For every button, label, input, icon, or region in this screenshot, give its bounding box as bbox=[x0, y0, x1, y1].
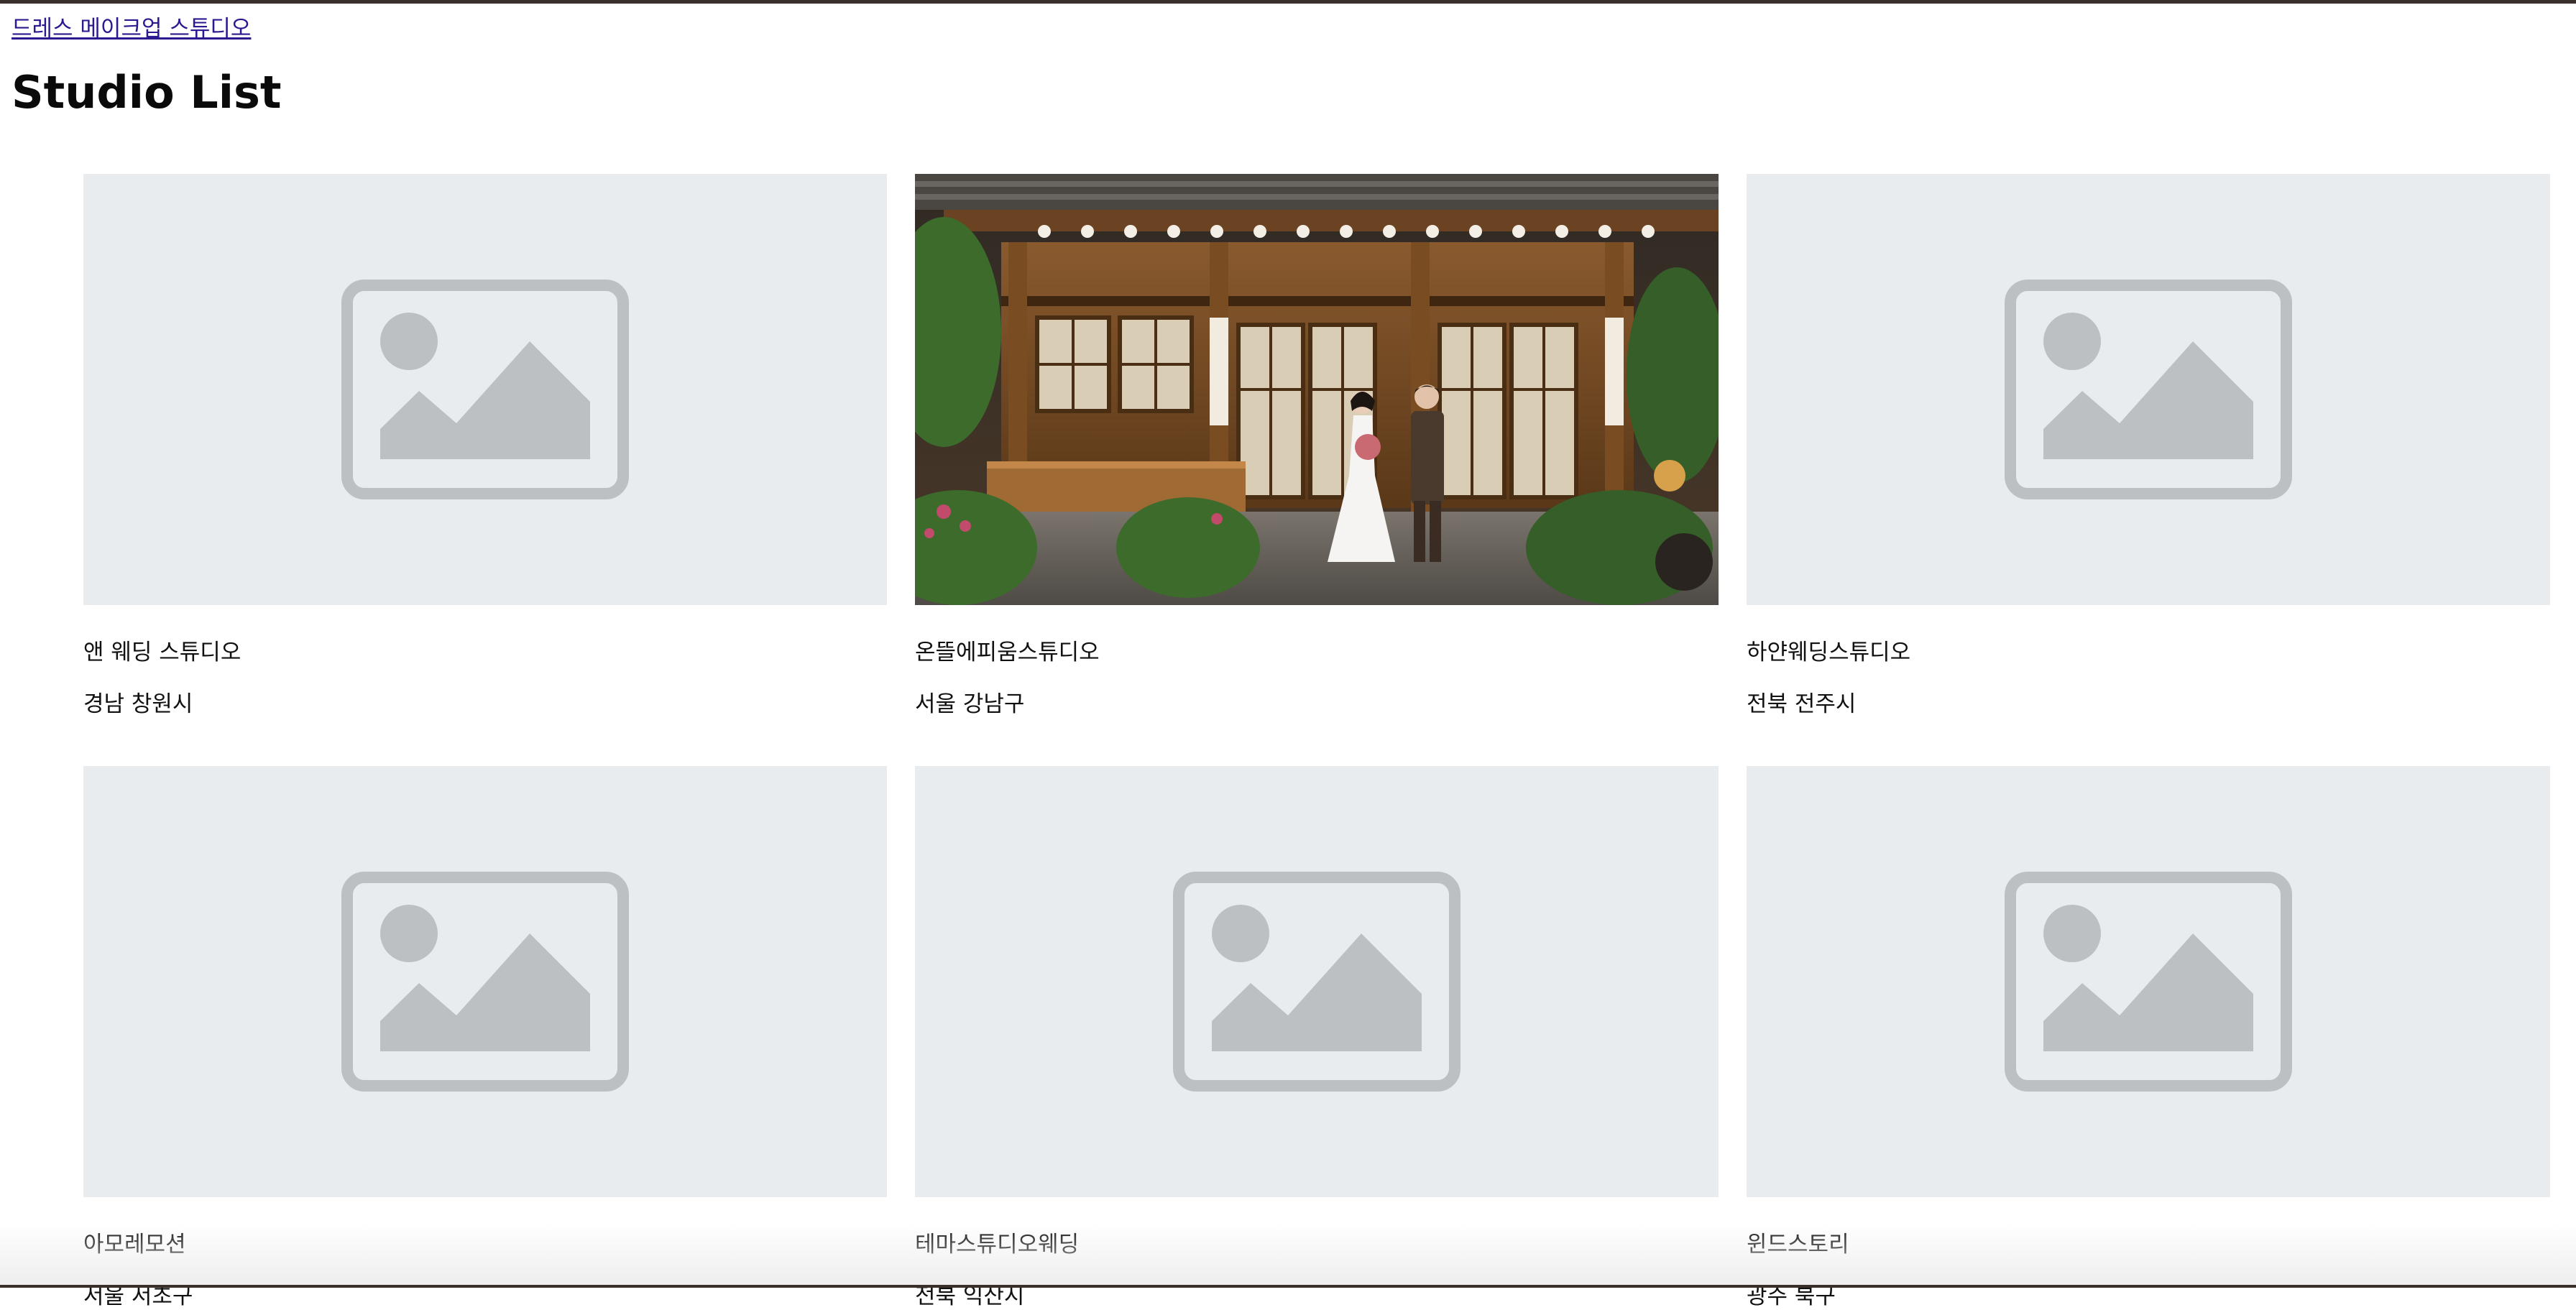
studio-location: 서울 강남구 bbox=[915, 691, 1025, 717]
studio-thumbnail[interactable] bbox=[83, 174, 887, 605]
image-placeholder-icon bbox=[1173, 872, 1460, 1092]
studio-location: 전북 전주시 bbox=[1747, 691, 1857, 717]
image-placeholder-icon bbox=[341, 872, 629, 1092]
studio-thumbnail[interactable] bbox=[915, 174, 1719, 605]
image-placeholder-icon bbox=[341, 280, 629, 499]
studio-thumbnail[interactable] bbox=[1747, 766, 2550, 1197]
studio-thumbnail[interactable] bbox=[83, 766, 887, 1197]
page-title: Studio List bbox=[12, 66, 282, 119]
studio-location: 전북 익산시 bbox=[915, 1283, 1025, 1309]
studio-card[interactable]: 테마스튜디오웨딩 전북 익산시 bbox=[915, 766, 1719, 1309]
studio-name[interactable]: 아모레모션 bbox=[83, 1226, 186, 1258]
bottom-fade-overlay bbox=[0, 1223, 2576, 1288]
studio-card[interactable]: 온뜰에피움스튜디오 서울 강남구 bbox=[915, 174, 1719, 717]
studio-name[interactable]: 온뜰에피움스튜디오 bbox=[915, 634, 1100, 666]
studio-location: 경남 창원시 bbox=[83, 691, 193, 717]
studio-thumbnail[interactable] bbox=[1747, 174, 2550, 605]
studio-card[interactable]: 앤 웨딩 스튜디오 경남 창원시 bbox=[83, 174, 887, 717]
studio-name[interactable]: 앤 웨딩 스튜디오 bbox=[83, 634, 241, 666]
studio-name[interactable]: 테마스튜디오웨딩 bbox=[915, 1226, 1079, 1258]
studio-name[interactable]: 하얀웨딩스튜디오 bbox=[1747, 634, 1910, 666]
site-home-link[interactable]: 드레스 메이크업 스튜디오 bbox=[12, 10, 251, 42]
image-placeholder-icon bbox=[2005, 872, 2292, 1092]
image-placeholder-icon bbox=[2005, 280, 2292, 499]
studio-card[interactable]: 아모레모션 서울 서초구 bbox=[83, 766, 887, 1309]
studio-thumbnail[interactable] bbox=[915, 766, 1719, 1197]
studio-card[interactable]: 윈드스토리 광주 북구 bbox=[1747, 766, 2550, 1309]
top-border bbox=[0, 0, 2576, 4]
studio-card[interactable]: 하얀웨딩스튜디오 전북 전주시 bbox=[1747, 174, 2550, 717]
hanok-wedding-photo bbox=[915, 174, 1719, 605]
studio-location: 광주 북구 bbox=[1747, 1283, 1836, 1309]
studio-name[interactable]: 윈드스토리 bbox=[1747, 1226, 1849, 1258]
bottom-border bbox=[0, 1285, 2576, 1288]
studio-location: 서울 서초구 bbox=[83, 1283, 193, 1309]
